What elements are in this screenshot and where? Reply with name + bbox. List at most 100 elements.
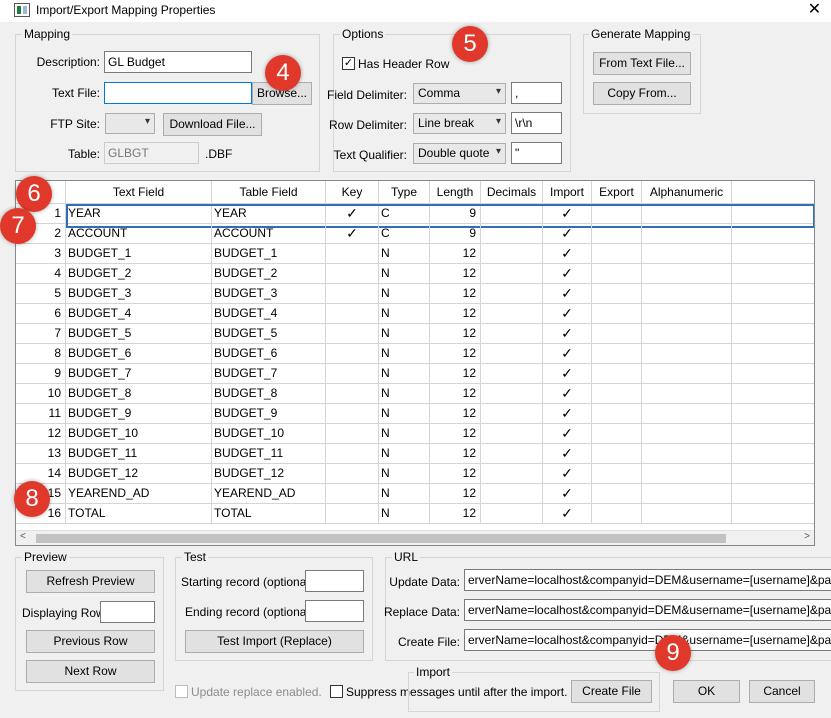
cell-alphanumeric[interactable] <box>642 344 732 364</box>
cell-export[interactable] <box>592 384 642 404</box>
cell-table-field[interactable]: BUDGET_9 <box>212 404 326 424</box>
cell-table-field[interactable]: TOTAL <box>212 504 326 524</box>
table-row[interactable]: 1 YEAR YEAR ✓ C 9 ✓ <box>16 204 814 228</box>
cell-length[interactable]: 9 <box>430 204 481 224</box>
cell-text-field[interactable]: BUDGET_2 <box>66 264 212 284</box>
cell-decimals[interactable] <box>481 404 543 424</box>
cell-extra[interactable] <box>732 344 814 364</box>
cell-alphanumeric[interactable] <box>642 244 732 264</box>
cell-table-field[interactable]: BUDGET_12 <box>212 464 326 484</box>
cell-length[interactable]: 12 <box>430 304 481 324</box>
cell-decimals[interactable] <box>481 284 543 304</box>
cell-type[interactable]: N <box>379 504 430 524</box>
cell-key[interactable]: ✓ <box>326 204 379 224</box>
cell-table-field[interactable]: BUDGET_5 <box>212 324 326 344</box>
text-file-field[interactable] <box>104 82 252 104</box>
update-replace-checkbox[interactable] <box>175 685 188 698</box>
cell-number[interactable]: 6 <box>16 304 66 324</box>
cell-import[interactable]: ✓ <box>543 364 592 384</box>
hdr-text-field[interactable]: Text Field <box>66 181 212 203</box>
cell-table-field[interactable]: BUDGET_6 <box>212 344 326 364</box>
cell-number[interactable]: 3 <box>16 244 66 264</box>
mapping-grid[interactable]: mText FieldTable FieldKeyTypeLengthDecim… <box>15 180 815 546</box>
ending-record-field[interactable] <box>305 600 364 622</box>
cell-table-field[interactable]: BUDGET_8 <box>212 384 326 404</box>
hdr-key[interactable]: Key <box>326 181 379 203</box>
cell-type[interactable]: N <box>379 404 430 424</box>
cell-extra[interactable] <box>732 304 814 324</box>
table-row[interactable]: 12 BUDGET_10 BUDGET_10 N 12 ✓ <box>16 424 814 444</box>
starting-record-field[interactable] <box>305 570 364 592</box>
cell-export[interactable] <box>592 264 642 284</box>
cell-export[interactable] <box>592 204 642 224</box>
cell-length[interactable]: 12 <box>430 344 481 364</box>
previous-row-button[interactable]: Previous Row <box>26 630 155 653</box>
cell-table-field[interactable]: BUDGET_4 <box>212 304 326 324</box>
cell-text-field[interactable]: BUDGET_12 <box>66 464 212 484</box>
cell-export[interactable] <box>592 404 642 424</box>
cell-import[interactable]: ✓ <box>543 484 592 504</box>
field-delimiter-select[interactable]: Comma ▾ <box>413 83 506 104</box>
row-delimiter-char[interactable]: \r\n <box>511 112 562 134</box>
cell-export[interactable] <box>592 244 642 264</box>
cell-alphanumeric[interactable] <box>642 224 732 244</box>
cell-table-field[interactable]: BUDGET_1 <box>212 244 326 264</box>
horizontal-scrollbar[interactable]: < > <box>16 530 814 545</box>
scrollbar-thumb[interactable] <box>36 534 726 543</box>
cell-export[interactable] <box>592 224 642 244</box>
cell-import[interactable]: ✓ <box>543 224 592 244</box>
cell-decimals[interactable] <box>481 244 543 264</box>
download-file-button[interactable]: Download File... <box>163 113 262 136</box>
cell-key[interactable] <box>326 284 379 304</box>
table-row[interactable]: 6 BUDGET_4 BUDGET_4 N 12 ✓ <box>16 304 814 324</box>
cell-import[interactable]: ✓ <box>543 384 592 404</box>
cell-length[interactable]: 12 <box>430 324 481 344</box>
table-row[interactable]: 3 BUDGET_1 BUDGET_1 N 12 ✓ <box>16 244 814 264</box>
cell-alphanumeric[interactable] <box>642 504 732 524</box>
cell-table-field[interactable]: YEAREND_AD <box>212 484 326 504</box>
ftp-site-select[interactable]: ▾ <box>105 113 155 134</box>
cell-alphanumeric[interactable] <box>642 464 732 484</box>
cell-decimals[interactable] <box>481 464 543 484</box>
cell-extra[interactable] <box>732 204 814 224</box>
cell-extra[interactable] <box>732 424 814 444</box>
cell-alphanumeric[interactable] <box>642 204 732 224</box>
cell-import[interactable]: ✓ <box>543 424 592 444</box>
cell-type[interactable]: C <box>379 224 430 244</box>
hdr-extra[interactable] <box>732 181 814 203</box>
cell-alphanumeric[interactable] <box>642 324 732 344</box>
cell-import[interactable]: ✓ <box>543 284 592 304</box>
cell-import[interactable]: ✓ <box>543 464 592 484</box>
cell-text-field[interactable]: BUDGET_7 <box>66 364 212 384</box>
cell-extra[interactable] <box>732 464 814 484</box>
cell-text-field[interactable]: BUDGET_9 <box>66 404 212 424</box>
next-row-button[interactable]: Next Row <box>26 660 155 683</box>
cell-key[interactable] <box>326 464 379 484</box>
cell-text-field[interactable]: ACCOUNT <box>66 224 212 244</box>
table-row[interactable]: 5 BUDGET_3 BUDGET_3 N 12 ✓ <box>16 284 814 304</box>
cell-key[interactable] <box>326 304 379 324</box>
table-row[interactable]: 9 BUDGET_7 BUDGET_7 N 12 ✓ <box>16 364 814 384</box>
cell-extra[interactable] <box>732 264 814 284</box>
cell-text-field[interactable]: BUDGET_1 <box>66 244 212 264</box>
displaying-row-field[interactable] <box>100 601 155 623</box>
cell-length[interactable]: 12 <box>430 464 481 484</box>
cell-key[interactable] <box>326 244 379 264</box>
cell-decimals[interactable] <box>481 264 543 284</box>
cell-decimals[interactable] <box>481 444 543 464</box>
scroll-right-icon[interactable]: > <box>804 531 810 542</box>
cell-text-field[interactable]: YEAR <box>66 204 212 224</box>
cell-export[interactable] <box>592 484 642 504</box>
cell-import[interactable]: ✓ <box>543 344 592 364</box>
table-row[interactable]: 13 BUDGET_11 BUDGET_11 N 12 ✓ <box>16 444 814 464</box>
cell-decimals[interactable] <box>481 384 543 404</box>
cell-number[interactable]: 5 <box>16 284 66 304</box>
cell-decimals[interactable] <box>481 424 543 444</box>
cell-alphanumeric[interactable] <box>642 304 732 324</box>
suppress-messages-checkbox[interactable] <box>330 685 343 698</box>
table-row[interactable]: 14 BUDGET_12 BUDGET_12 N 12 ✓ <box>16 464 814 484</box>
table-row[interactable]: 8 BUDGET_6 BUDGET_6 N 12 ✓ <box>16 344 814 364</box>
cell-table-field[interactable]: BUDGET_11 <box>212 444 326 464</box>
text-qualifier-select[interactable]: Double quote ▾ <box>413 143 506 164</box>
cell-extra[interactable] <box>732 444 814 464</box>
